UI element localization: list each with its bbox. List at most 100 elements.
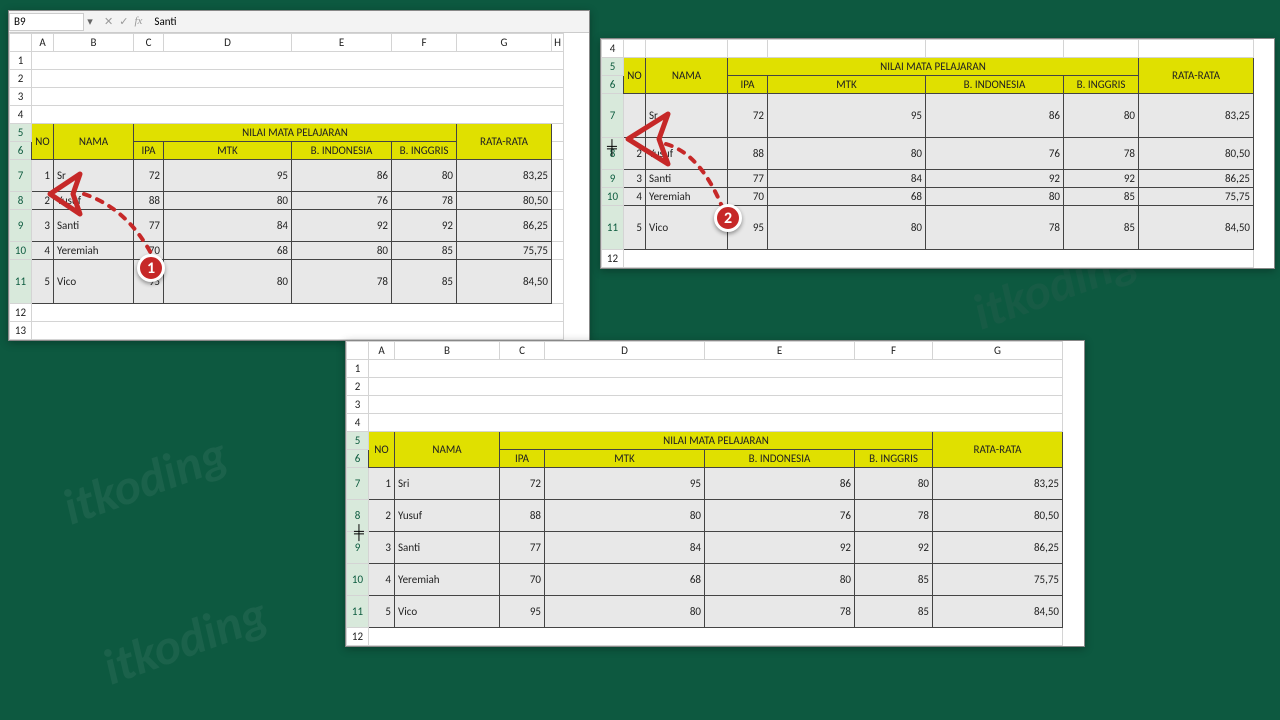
header-bing[interactable]: B. INGGRIS [392, 142, 457, 160]
cell[interactable]: 92 [926, 170, 1064, 188]
cell[interactable]: 80 [855, 468, 933, 500]
cell[interactable]: 95 [164, 160, 292, 192]
cell[interactable]: 78 [392, 192, 457, 210]
col-header[interactable]: F [855, 342, 933, 360]
header-nama[interactable]: NAMA [54, 124, 134, 160]
header-group[interactable]: NILAI MATA PELAJARAN [728, 58, 1139, 76]
row-header[interactable]: 1 [10, 52, 32, 70]
col-header[interactable]: E [705, 342, 855, 360]
row-header[interactable]: 13 [10, 322, 32, 340]
cell[interactable]: 80 [392, 160, 457, 192]
cell[interactable]: 75,75 [1139, 188, 1254, 206]
cell[interactable]: 84 [164, 210, 292, 242]
row-header[interactable]: 11 [347, 596, 369, 628]
accept-icon[interactable]: ✓ [119, 15, 128, 28]
header-mtk[interactable]: MTK [768, 76, 926, 94]
row-header[interactable]: 7 [602, 94, 624, 138]
cell[interactable]: 80,50 [1139, 138, 1254, 170]
row-header[interactable]: 2 [347, 378, 369, 396]
row-header[interactable]: 6 [602, 76, 624, 94]
col-header-F[interactable]: F [392, 34, 457, 52]
cell[interactable]: 86 [705, 468, 855, 500]
col-header[interactable]: G [933, 342, 1063, 360]
header-bing[interactable]: B. INGGRIS [1064, 76, 1139, 94]
row-header[interactable]: 2 [10, 70, 32, 88]
row-header[interactable]: 4 [10, 106, 32, 124]
row-header[interactable]: 6 [10, 142, 32, 160]
cell[interactable]: 95 [768, 94, 926, 138]
col-header[interactable]: C [500, 342, 545, 360]
select-all-corner[interactable] [10, 34, 32, 52]
cell[interactable]: 83,25 [933, 468, 1063, 500]
cell[interactable]: 75,75 [457, 242, 552, 260]
cell[interactable]: 80 [768, 138, 926, 170]
cell[interactable]: 86,25 [933, 532, 1063, 564]
row-header[interactable]: 10 [347, 564, 369, 596]
cell[interactable]: 5 [369, 596, 395, 628]
cell[interactable]: 80 [545, 596, 705, 628]
header-no[interactable]: NO [32, 124, 54, 160]
cell[interactable]: 1 [369, 468, 395, 500]
col-header-E[interactable]: E [292, 34, 392, 52]
row-header[interactable]: 6 [347, 450, 369, 468]
cell[interactable]: 78 [1064, 138, 1139, 170]
cell[interactable]: 83,25 [1139, 94, 1254, 138]
cell[interactable]: 86,25 [457, 210, 552, 242]
row-header[interactable]: 10 [602, 188, 624, 206]
cell[interactable]: 86,25 [1139, 170, 1254, 188]
cell[interactable]: 80 [926, 188, 1064, 206]
cell[interactable]: 80,50 [457, 192, 552, 210]
cell[interactable]: 72 [728, 94, 768, 138]
header-no[interactable]: NO [369, 432, 395, 468]
cell[interactable]: 80 [292, 242, 392, 260]
cell[interactable]: 78 [926, 206, 1064, 250]
header-nama[interactable]: NAMA [395, 432, 500, 468]
col-header-A[interactable]: A [32, 34, 54, 52]
row-header[interactable]: 3 [10, 88, 32, 106]
cell[interactable]: 85 [855, 564, 933, 596]
cell[interactable]: 5 [32, 260, 54, 304]
row-header[interactable]: 9 [602, 170, 624, 188]
cell[interactable]: Yusuf [395, 500, 500, 532]
row-header[interactable]: 1 [347, 360, 369, 378]
cell[interactable]: 86 [926, 94, 1064, 138]
cell[interactable]: 84,50 [1139, 206, 1254, 250]
cell[interactable]: 72 [134, 160, 164, 192]
row-header[interactable]: 5 [10, 124, 32, 142]
cell[interactable]: 85 [392, 242, 457, 260]
cell[interactable]: 4 [32, 242, 54, 260]
cell[interactable]: 95 [500, 596, 545, 628]
col-header[interactable]: D [545, 342, 705, 360]
header-rata[interactable]: RATA-RATA [1139, 58, 1254, 94]
row-header[interactable]: 3 [347, 396, 369, 414]
cell[interactable]: 84 [545, 532, 705, 564]
cell[interactable]: 76 [292, 192, 392, 210]
col-header-H[interactable]: H [552, 34, 564, 52]
header-ipa[interactable]: IPA [728, 76, 768, 94]
header-ipa[interactable]: IPA [500, 450, 545, 468]
cell[interactable]: 3 [369, 532, 395, 564]
fx-icon[interactable]: fx [134, 15, 142, 28]
header-bing[interactable]: B. INGGRIS [855, 450, 933, 468]
cell[interactable]: 85 [1064, 188, 1139, 206]
cell[interactable]: 76 [926, 138, 1064, 170]
header-mtk[interactable]: MTK [545, 450, 705, 468]
cell[interactable]: 72 [500, 468, 545, 500]
cell[interactable]: 68 [545, 564, 705, 596]
header-nama[interactable]: NAMA [646, 58, 728, 94]
cell[interactable]: 78 [855, 500, 933, 532]
cell[interactable]: Yeremiah [395, 564, 500, 596]
cell[interactable]: 92 [855, 532, 933, 564]
row-header[interactable]: 12 [10, 304, 32, 322]
cell[interactable]: 80,50 [933, 500, 1063, 532]
row-header[interactable]: 4 [602, 40, 624, 58]
row-header[interactable]: 12 [347, 628, 369, 646]
cell[interactable]: 78 [292, 260, 392, 304]
cell[interactable]: 68 [164, 242, 292, 260]
row-header[interactable]: 4 [347, 414, 369, 432]
cell[interactable]: 84,50 [457, 260, 552, 304]
cell[interactable]: 75,75 [933, 564, 1063, 596]
header-group[interactable]: NILAI MATA PELAJARAN [500, 432, 933, 450]
formula-input[interactable]: Santi [150, 15, 589, 28]
cell[interactable]: 88 [500, 500, 545, 532]
